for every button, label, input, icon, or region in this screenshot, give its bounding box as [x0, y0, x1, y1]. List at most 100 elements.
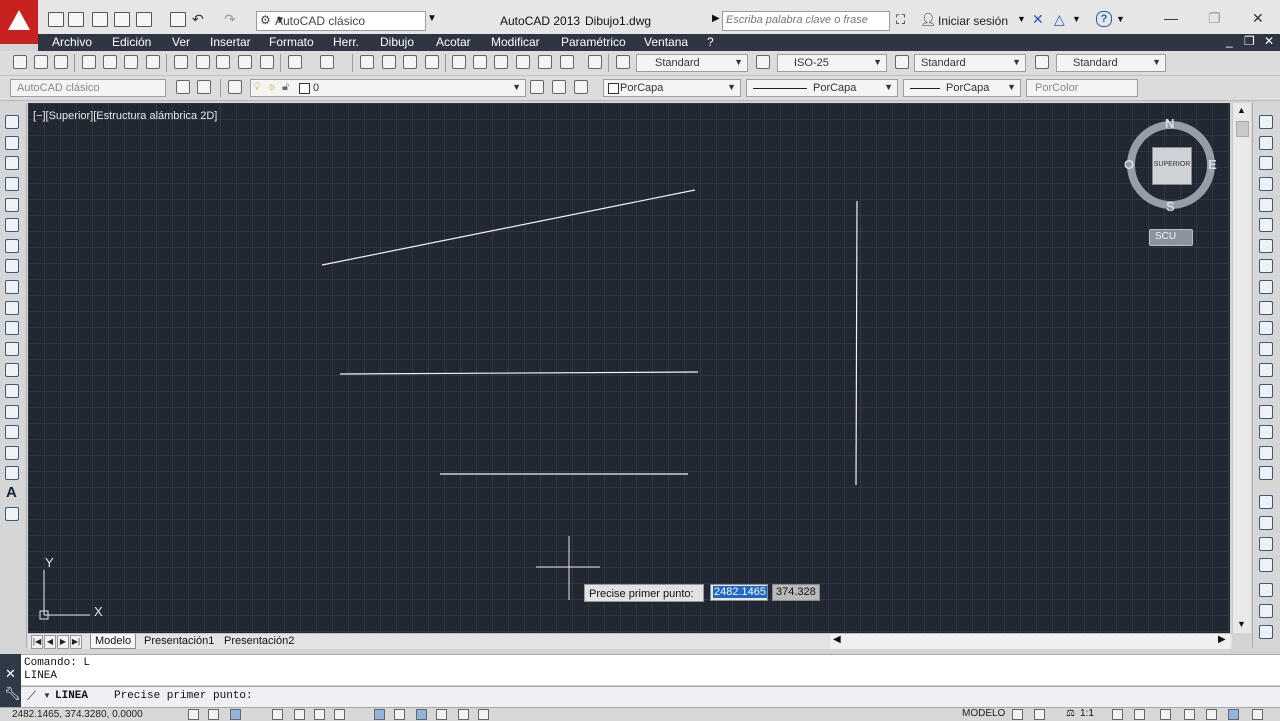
- open-icon[interactable]: [34, 55, 48, 69]
- join-icon[interactable]: [1259, 384, 1273, 398]
- region-icon[interactable]: [5, 446, 19, 460]
- menu-formato[interactable]: Formato: [269, 35, 314, 49]
- dim-style-select[interactable]: ISO-25 ▼: [777, 54, 887, 72]
- move-icon[interactable]: [1259, 218, 1273, 232]
- layer-previous-icon[interactable]: [552, 80, 566, 94]
- polar-tracking-icon[interactable]: [294, 709, 305, 720]
- hatch-icon[interactable]: [5, 405, 19, 419]
- undo-icon[interactable]: [288, 55, 302, 69]
- point-icon[interactable]: [5, 384, 19, 398]
- quick-properties-icon[interactable]: [478, 709, 489, 720]
- scroll-down-icon[interactable]: ▼: [1237, 619, 1246, 629]
- snap-mode-icon[interactable]: [208, 709, 219, 720]
- markup-icon[interactable]: [538, 55, 552, 69]
- plot-preview-icon[interactable]: [103, 55, 117, 69]
- menu-ventana[interactable]: Ventana: [644, 35, 688, 49]
- layer-state-icon[interactable]: [574, 80, 588, 94]
- tab-presentacion1[interactable]: Presentación1: [140, 634, 218, 648]
- compass-north[interactable]: N: [1165, 116, 1174, 131]
- color-select[interactable]: PorCapa ▼: [603, 79, 741, 97]
- annotation-visibility-icon[interactable]: [1112, 709, 1123, 720]
- make-current-layer-icon[interactable]: [530, 80, 544, 94]
- spline-icon[interactable]: [5, 280, 19, 294]
- open-file-icon[interactable]: [68, 12, 84, 27]
- multileader-style-select[interactable]: Standard ▼: [1056, 54, 1166, 72]
- publish-icon[interactable]: [124, 55, 138, 69]
- scroll-thumb[interactable]: [1236, 121, 1249, 137]
- construction-line-icon[interactable]: [5, 136, 19, 150]
- signin-link[interactable]: Iniciar sesión: [938, 14, 1008, 28]
- insert-block-icon[interactable]: [5, 342, 19, 356]
- copy-icon[interactable]: [196, 55, 210, 69]
- lineweight-select[interactable]: PorCapa ▼: [903, 79, 1021, 97]
- save-as-icon[interactable]: [114, 12, 130, 27]
- ortho-mode-icon[interactable]: [272, 709, 283, 720]
- horizontal-scrollbar[interactable]: ◀ ▶: [830, 633, 1230, 649]
- lineweight-icon[interactable]: [436, 709, 447, 720]
- line-tool-icon[interactable]: [5, 115, 19, 129]
- grid-display-icon[interactable]: [230, 709, 241, 720]
- redo-icon[interactable]: ↷: [224, 11, 236, 28]
- zoom-realtime-icon[interactable]: [382, 55, 396, 69]
- compass-south[interactable]: S: [1166, 199, 1175, 214]
- quick-view-layouts-icon[interactable]: [1012, 709, 1023, 720]
- isolate-objects-icon[interactable]: [1228, 709, 1239, 720]
- mirror-icon[interactable]: [1259, 156, 1273, 170]
- draw-order-back-icon[interactable]: [1259, 516, 1273, 530]
- mdi-minimize-icon[interactable]: _: [1226, 34, 1233, 48]
- break-at-point-icon[interactable]: [1259, 342, 1273, 356]
- rectangle-icon[interactable]: [5, 198, 19, 212]
- break-icon[interactable]: [1259, 363, 1273, 377]
- exchange-icon[interactable]: ✕: [1032, 11, 1044, 28]
- plot-icon[interactable]: [82, 55, 96, 69]
- text-style-select[interactable]: Standard ▼: [636, 54, 748, 72]
- close-icon[interactable]: ✕: [1252, 10, 1264, 27]
- signin-chevron-icon[interactable]: ▼: [1017, 14, 1026, 24]
- linetype-select[interactable]: PorCapa ▼: [746, 79, 898, 97]
- calculator-icon[interactable]: [560, 55, 574, 69]
- clean-screen-icon[interactable]: [1252, 709, 1263, 720]
- menu-herr[interactable]: Herr.: [333, 35, 359, 49]
- help-chevron-icon[interactable]: ▼: [1116, 14, 1125, 24]
- rotate-icon[interactable]: [1259, 239, 1273, 253]
- toolbar-lock-icon[interactable]: [1184, 709, 1195, 720]
- menu-modificar[interactable]: Modificar: [491, 35, 540, 49]
- text-style-icon[interactable]: [616, 55, 630, 69]
- menu-ver[interactable]: Ver: [172, 35, 190, 49]
- array-icon[interactable]: [1259, 198, 1273, 212]
- help-icon[interactable]: ?: [1096, 11, 1112, 27]
- offset-icon[interactable]: [1259, 177, 1273, 191]
- copy-object-icon[interactable]: [1259, 136, 1273, 150]
- search-input[interactable]: [723, 12, 889, 28]
- layer-select[interactable]: 💡︎ ☼ 🔓︎ 0 ▼: [250, 79, 526, 97]
- tab-prev-icon[interactable]: ◀: [44, 635, 56, 649]
- compass-east[interactable]: E: [1208, 157, 1217, 172]
- pan-icon[interactable]: [360, 55, 374, 69]
- auto-scale-icon[interactable]: [1134, 709, 1145, 720]
- tab-last-icon[interactable]: ▶|: [70, 635, 82, 649]
- paste-special-icon[interactable]: [238, 55, 252, 69]
- tab-first-icon[interactable]: |◀: [31, 635, 43, 649]
- binoculars-icon[interactable]: ⛶: [896, 12, 905, 28]
- send-under-icon[interactable]: [1259, 558, 1273, 572]
- save-icon[interactable]: [54, 55, 68, 69]
- drawn-line-diagonal[interactable]: [321, 189, 696, 266]
- stay-connected-chevron-icon[interactable]: ▼: [1072, 14, 1081, 24]
- command-line-input[interactable]: ⟋ ▼ LINEA Precise primer punto:: [21, 686, 1280, 708]
- 3d-osnap-icon[interactable]: [334, 709, 345, 720]
- scale-icon[interactable]: [1259, 259, 1273, 273]
- blend-curves-icon[interactable]: [1259, 446, 1273, 460]
- sheet-set-icon[interactable]: [516, 55, 530, 69]
- scroll-up-icon[interactable]: ▲: [1237, 105, 1246, 115]
- object-snap-icon[interactable]: [314, 709, 325, 720]
- dynamic-input-y-field[interactable]: 374.328: [772, 584, 820, 601]
- table-style-icon[interactable]: [895, 55, 909, 69]
- wrench-icon[interactable]: 🔧︎: [4, 686, 21, 702]
- erase-icon[interactable]: [1259, 115, 1273, 129]
- table-style-select[interactable]: Standard ▼: [914, 54, 1026, 72]
- zoom-previous-icon[interactable]: [425, 55, 439, 69]
- customize-qa-icon[interactable]: ▼: [427, 13, 437, 24]
- make-block-icon[interactable]: [5, 363, 19, 377]
- tab-next-icon[interactable]: ▶: [57, 635, 69, 649]
- gradient-icon[interactable]: [5, 425, 19, 439]
